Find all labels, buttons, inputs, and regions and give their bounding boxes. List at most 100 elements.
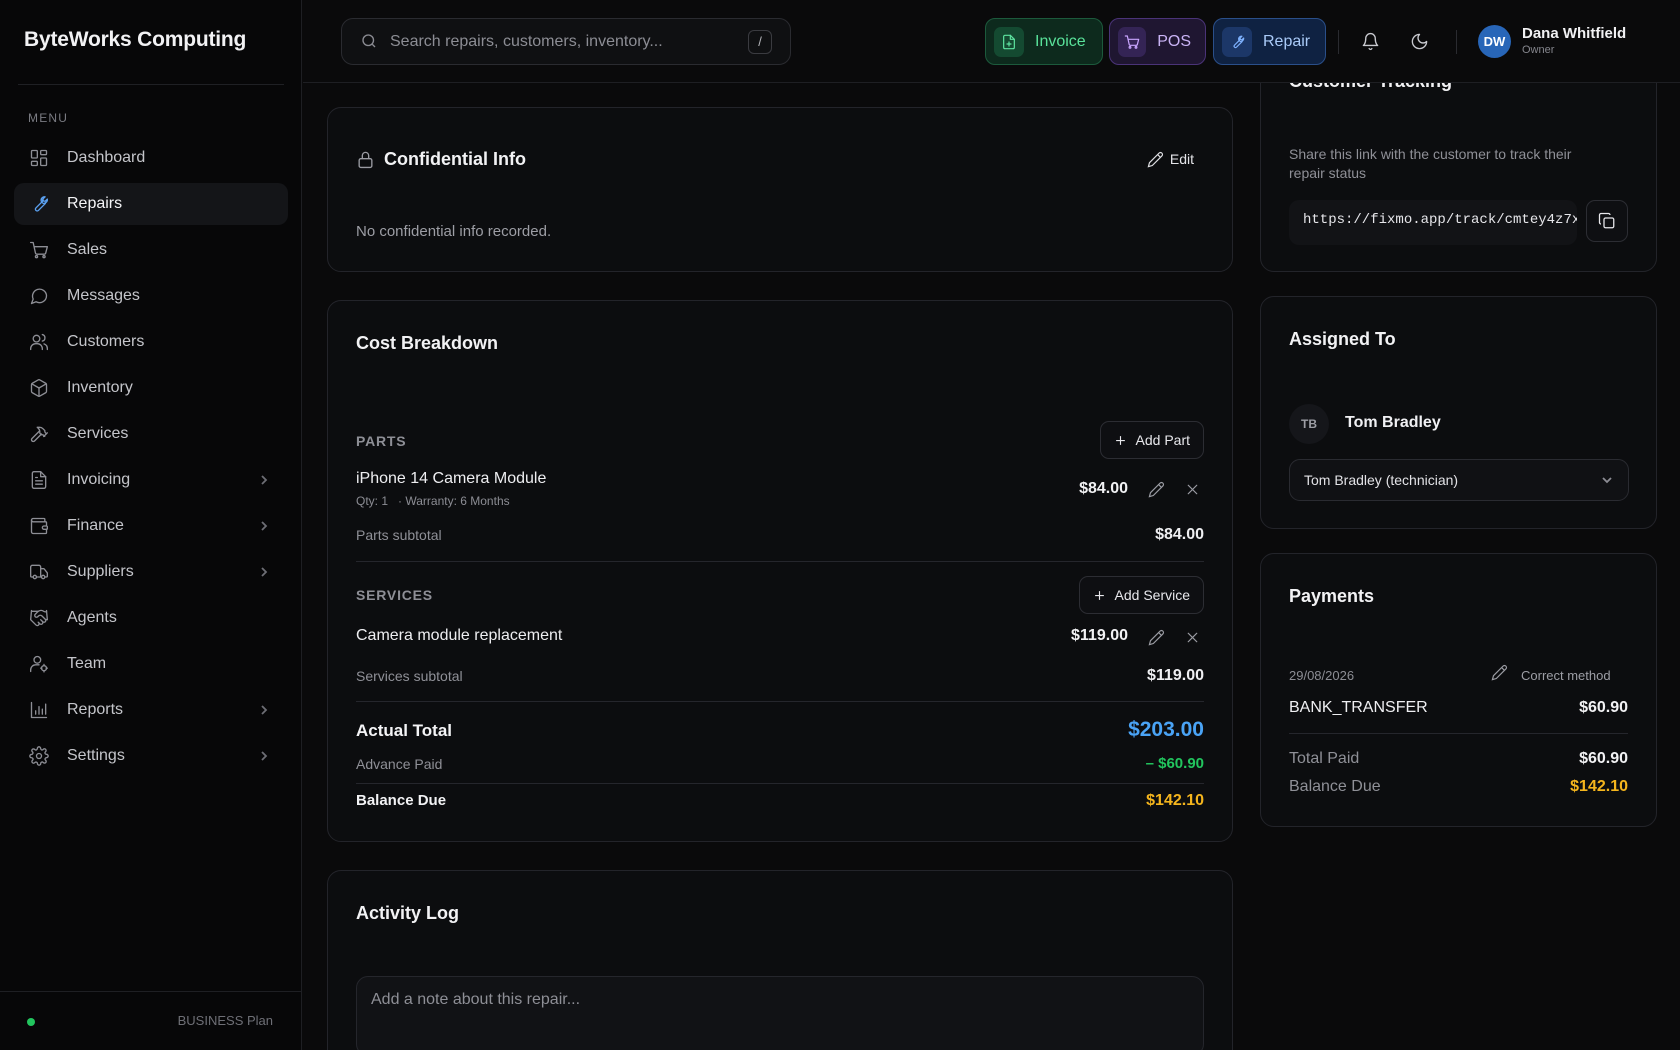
advance-paid-value: – $60.90 bbox=[1145, 755, 1204, 772]
sidebar: ByteWorks Computing MENU Dashboard Repai… bbox=[0, 0, 302, 1050]
correct-method-link[interactable]: Correct method bbox=[1521, 668, 1611, 683]
divider bbox=[356, 783, 1204, 784]
payment-method: BANK_TRANSFER bbox=[1289, 699, 1428, 716]
sidebar-item-sales[interactable]: Sales bbox=[14, 229, 288, 271]
pos-button-label: POS bbox=[1157, 32, 1191, 50]
confidential-info-card: Confidential Info Edit No confidential i… bbox=[327, 107, 1233, 272]
box-icon bbox=[28, 377, 50, 399]
sidebar-item-label: Services bbox=[67, 425, 129, 442]
sidebar-item-label: Customers bbox=[67, 333, 145, 350]
edit-part-pencil-icon[interactable] bbox=[1146, 479, 1166, 499]
sidebar-item-invoicing[interactable]: Invoicing bbox=[14, 459, 288, 501]
sidebar-item-label: Messages bbox=[67, 287, 140, 304]
activity-note-input[interactable] bbox=[356, 976, 1204, 1050]
sidebar-item-messages[interactable]: Messages bbox=[14, 275, 288, 317]
sidebar-item-customers[interactable]: Customers bbox=[14, 321, 288, 363]
search-input[interactable] bbox=[390, 32, 748, 51]
total-paid-value: $60.90 bbox=[1579, 750, 1628, 767]
actual-total-value: $203.00 bbox=[1128, 718, 1204, 741]
actual-total-label: Actual Total bbox=[356, 721, 453, 740]
sidebar-item-label: Finance bbox=[67, 517, 124, 534]
chevron-right-icon bbox=[258, 519, 270, 531]
add-service-button[interactable]: Add Service bbox=[1078, 576, 1204, 614]
add-part-button[interactable]: Add Part bbox=[1099, 421, 1204, 459]
remove-part-close-icon[interactable] bbox=[1182, 479, 1202, 499]
invoice-icon bbox=[994, 26, 1024, 57]
sidebar-item-inventory[interactable]: Inventory bbox=[14, 367, 288, 409]
handshake-icon bbox=[28, 607, 50, 629]
sidebar-item-services[interactable]: Services bbox=[14, 413, 288, 455]
brand-divider bbox=[18, 84, 284, 85]
sidebar-item-team[interactable]: Team bbox=[14, 643, 288, 685]
assignee-select[interactable]: Tom Bradley (technician) bbox=[1289, 459, 1629, 501]
sidebar-item-label: Dashboard bbox=[67, 149, 146, 166]
sidebar-item-label: Inventory bbox=[67, 379, 133, 396]
brand-name: ByteWorks Computing bbox=[24, 28, 247, 51]
pencil-icon bbox=[1147, 151, 1170, 168]
sidebar-item-label: Invoicing bbox=[67, 471, 131, 488]
edit-service-pencil-icon[interactable] bbox=[1146, 627, 1166, 647]
sidebar-item-label: Suppliers bbox=[67, 563, 134, 580]
sidebar-item-dashboard[interactable]: Dashboard bbox=[14, 137, 288, 179]
menu-label: MENU bbox=[28, 111, 69, 125]
team-icon bbox=[28, 653, 50, 675]
avatar[interactable]: DW bbox=[1478, 25, 1511, 58]
sidebar-item-reports[interactable]: Reports bbox=[14, 689, 288, 731]
sidebar-footer-divider bbox=[0, 991, 302, 992]
chevron-down-icon bbox=[1600, 473, 1614, 487]
remove-service-close-icon[interactable] bbox=[1182, 627, 1202, 647]
message-icon bbox=[28, 285, 50, 307]
pos-button[interactable]: POS bbox=[1109, 18, 1206, 65]
cart-icon bbox=[28, 239, 50, 261]
tracking-description: Share this link with the customer to tra… bbox=[1289, 146, 1572, 181]
user-name[interactable]: Dana Whitfield bbox=[1522, 25, 1626, 42]
avatar: TB bbox=[1289, 404, 1329, 444]
tracking-link[interactable]: https://fixmo.app/track/cmtey4z7x bbox=[1289, 200, 1577, 245]
copy-link-button[interactable] bbox=[1586, 200, 1628, 242]
search-shortcut-key: / bbox=[748, 29, 772, 54]
document-icon bbox=[28, 469, 50, 491]
part-name: iPhone 14 Camera Module bbox=[356, 470, 547, 487]
chevron-right-icon bbox=[258, 703, 270, 715]
edit-label: Edit bbox=[1169, 151, 1194, 167]
service-price: $119.00 bbox=[1071, 627, 1128, 644]
sidebar-item-suppliers[interactable]: Suppliers bbox=[14, 551, 288, 593]
sidebar-item-repairs[interactable]: Repairs bbox=[14, 183, 288, 225]
balance-due-value: $142.10 bbox=[1146, 792, 1204, 809]
sidebar-item-agents[interactable]: Agents bbox=[14, 597, 288, 639]
dashboard-icon bbox=[28, 147, 50, 169]
search-bar[interactable]: / bbox=[341, 18, 791, 65]
sidebar-item-label: Settings bbox=[67, 747, 125, 764]
payments-balance-label: Balance Due bbox=[1289, 778, 1381, 795]
new-repair-button[interactable]: Repair bbox=[1213, 18, 1326, 65]
copy-icon bbox=[1598, 212, 1616, 230]
online-status-dot bbox=[27, 1018, 35, 1026]
topbar-divider bbox=[1456, 30, 1457, 54]
edit-confidential-button[interactable]: Edit bbox=[1147, 144, 1194, 174]
card-title: Confidential Info bbox=[384, 149, 526, 169]
pencil-icon[interactable] bbox=[1491, 664, 1511, 684]
chevron-right-icon bbox=[258, 749, 270, 761]
payment-date: 29/08/2026 bbox=[1289, 668, 1355, 683]
sidebar-item-finance[interactable]: Finance bbox=[14, 505, 288, 547]
plus-icon bbox=[1113, 433, 1136, 448]
part-warranty: · Warranty: 6 Months bbox=[398, 494, 510, 508]
new-invoice-button[interactable]: Invoice bbox=[985, 18, 1103, 65]
cost-breakdown-card: Cost Breakdown PARTS Add Part iPhone 14 … bbox=[327, 300, 1233, 842]
divider bbox=[356, 701, 1204, 702]
card-title: Assigned To bbox=[1289, 329, 1396, 349]
sidebar-item-label: Sales bbox=[67, 241, 108, 258]
moon-icon[interactable] bbox=[1407, 29, 1431, 53]
divider bbox=[356, 561, 1204, 562]
total-paid-label: Total Paid bbox=[1289, 750, 1360, 767]
gear-icon bbox=[28, 745, 50, 767]
truck-icon bbox=[28, 561, 50, 583]
card-title: Activity Log bbox=[356, 903, 460, 923]
bell-icon[interactable] bbox=[1358, 29, 1382, 53]
sidebar-item-settings[interactable]: Settings bbox=[14, 735, 288, 777]
part-price: $84.00 bbox=[1079, 480, 1128, 497]
sidebar-nav: Dashboard Repairs Sales Messages Custome… bbox=[14, 137, 288, 781]
parts-subtotal-label: Parts subtotal bbox=[356, 527, 442, 543]
sidebar-item-label: Reports bbox=[67, 701, 124, 718]
add-part-label: Add Part bbox=[1135, 432, 1190, 448]
